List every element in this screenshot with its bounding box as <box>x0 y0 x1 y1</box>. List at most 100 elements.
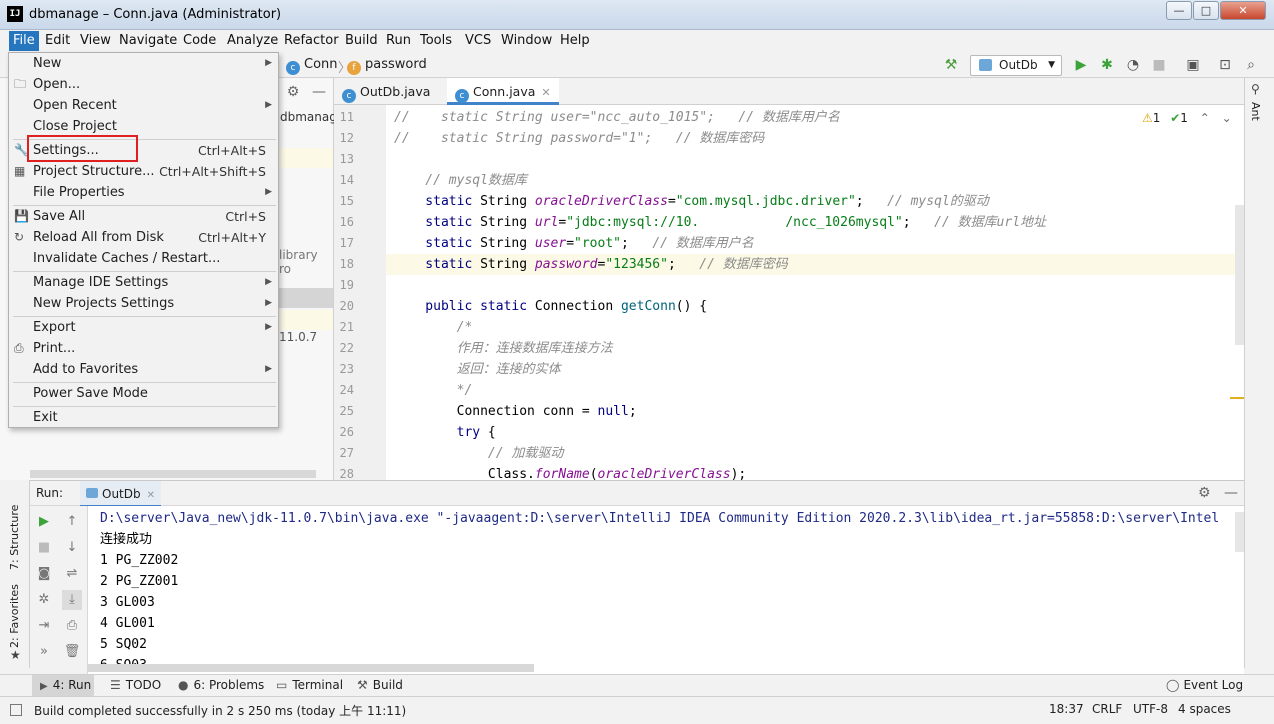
up-arrow-icon[interactable]: ↑ <box>62 512 82 532</box>
coverage-icon[interactable]: ◔ <box>1124 57 1142 73</box>
indent-setting[interactable]: 4 spaces <box>1178 702 1231 716</box>
tool-terminal[interactable]: ▭ Terminal <box>276 678 343 692</box>
horizontal-scrollbar[interactable] <box>30 470 316 478</box>
favorites-tool-label[interactable]: 2: Favorites <box>8 584 21 648</box>
menu-vcs[interactable]: VCS <box>465 33 491 48</box>
ant-icon[interactable]: ⚲ <box>1251 82 1260 96</box>
run-tab-outdb[interactable]: OutDb ✕ <box>80 481 162 507</box>
menu-file[interactable]: File <box>9 31 39 51</box>
print-icon[interactable]: ⎙ <box>62 616 82 636</box>
menu-item-add-to-favorites[interactable]: Add to Favorites ▶ <box>9 359 278 380</box>
menu-tools[interactable]: Tools <box>420 33 452 48</box>
stop-icon[interactable]: ■ <box>1150 57 1168 73</box>
status-message[interactable]: Build completed successfully in 2 s 250 … <box>34 702 406 719</box>
code-token: // static String password="1"; // 数据库密码 <box>394 131 765 146</box>
library-root-label[interactable]: library ro <box>279 248 333 276</box>
menu-item-print[interactable]: ⎙ Print... <box>9 338 278 359</box>
ant-tool-label[interactable]: Ant <box>1249 102 1262 121</box>
menu-refactor[interactable]: Refactor <box>284 33 339 48</box>
panel-toggle-icon[interactable] <box>10 704 22 716</box>
debug-icon[interactable]: ✱ <box>1098 57 1116 73</box>
hide-panel-icon[interactable]: — <box>310 84 328 100</box>
inspection-summary[interactable]: ⚠1 ✔1 ⌃ ⌄ <box>1142 111 1232 125</box>
project-module-label[interactable]: dbmanag <box>280 110 337 124</box>
menu-item-file-properties[interactable]: File Properties ▶ <box>9 182 278 203</box>
tab-outdb-java[interactable]: c OutDb.java <box>334 78 438 105</box>
menu-help[interactable]: Help <box>560 33 590 48</box>
caret-position[interactable]: 18:37 <box>1049 702 1084 716</box>
event-log[interactable]: ◯ Event Log <box>1166 678 1243 692</box>
menu-window[interactable]: Window <box>501 33 552 48</box>
settings-highlight-box <box>27 135 138 162</box>
menu-shortcut: Ctrl+Alt+Shift+S <box>159 164 266 179</box>
soft-wrap-icon[interactable]: ⇌ <box>62 564 82 584</box>
star-icon[interactable]: ★ <box>10 648 21 662</box>
line-number: 20 <box>339 299 354 313</box>
breadcrumb-field[interactable]: f password <box>347 57 427 75</box>
terminal-toggle-icon[interactable]: ⊡ <box>1216 57 1234 73</box>
close-button[interactable]: ✕ <box>1220 1 1266 20</box>
run-configuration-select[interactable]: OutDb ▼ <box>970 55 1062 76</box>
code-token: String <box>480 257 535 272</box>
vertical-scrollbar[interactable] <box>1235 205 1244 345</box>
menu-item-save-all[interactable]: 💾 Save All Ctrl+S <box>9 206 278 227</box>
menu-code[interactable]: Code <box>183 33 216 48</box>
maximize-button[interactable]: □ <box>1193 1 1219 20</box>
close-tab-icon[interactable]: ✕ <box>147 490 155 501</box>
gear-icon[interactable]: ⚙ <box>284 84 302 100</box>
camera-icon[interactable]: ◙ <box>34 564 54 584</box>
menu-item-power-save-mode[interactable]: Power Save Mode <box>9 383 278 404</box>
tool-todo[interactable]: ☰ TODO <box>110 678 161 692</box>
settings-icon[interactable]: ✲ <box>34 590 54 610</box>
trash-icon[interactable]: 🗑 <box>62 642 82 662</box>
rerun-icon[interactable]: ▶ <box>34 512 54 532</box>
menu-item-project-structure[interactable]: ▦ Project Structure... Ctrl+Alt+Shift+S <box>9 161 278 182</box>
gear-icon[interactable]: ⚙ <box>1198 485 1211 501</box>
right-tool-strip: ⚲ Ant <box>1244 78 1274 668</box>
close-tab-icon[interactable]: ✕ <box>541 86 550 99</box>
menu-item-reload[interactable]: ↻ Reload All from Disk Ctrl+Alt+Y <box>9 227 278 248</box>
menu-item-exit[interactable]: Exit <box>9 407 278 428</box>
menu-view[interactable]: View <box>80 33 111 48</box>
structure-tool-label[interactable]: 7: Structure <box>8 486 21 570</box>
menu-run[interactable]: Run <box>386 33 411 48</box>
tool-run[interactable]: ▶ 4: Run <box>40 678 91 692</box>
stop-icon[interactable]: ■ <box>34 538 54 558</box>
menu-item-new-projects-settings[interactable]: New Projects Settings ▶ <box>9 293 278 314</box>
menu-item-open[interactable]: 🗀 Open... <box>9 74 278 95</box>
tab-conn-java[interactable]: c Conn.java ✕ <box>447 78 559 105</box>
menu-navigate[interactable]: Navigate <box>119 33 177 48</box>
chevron-down-icon[interactable]: ⌄ <box>1222 111 1232 125</box>
build-hammer-icon[interactable]: ⚒ <box>942 57 960 73</box>
exit-icon[interactable]: ⇥ <box>34 616 54 636</box>
file-encoding[interactable]: UTF-8 <box>1133 702 1168 716</box>
tool-problems[interactable]: ● 6: Problems <box>178 678 264 692</box>
menu-item-open-recent[interactable]: Open Recent ▶ <box>9 95 278 116</box>
menu-item-close-project[interactable]: Close Project <box>9 116 278 137</box>
tool-build[interactable]: ⚒ Build <box>357 678 403 692</box>
console-vertical-scrollbar[interactable] <box>1235 512 1244 552</box>
jdk-version-label[interactable]: 11.0.7 <box>279 330 317 344</box>
project-structure-icon[interactable]: ▣ <box>1184 57 1202 73</box>
menu-analyze[interactable]: Analyze <box>227 33 278 48</box>
hide-panel-icon[interactable]: — <box>1224 485 1238 501</box>
code-editor[interactable]: Class.forName(oracleDriverClass); // 加载驱… <box>386 105 1244 480</box>
console-output[interactable]: D:\server\Java_new\jdk-11.0.7\bin\java.e… <box>88 506 1244 674</box>
menu-item-invalidate-caches[interactable]: Invalidate Caches / Restart... <box>9 248 278 269</box>
console-horizontal-scrollbar[interactable] <box>88 664 534 672</box>
breadcrumb-class[interactable]: c Conn <box>286 57 338 75</box>
menu-build[interactable]: Build <box>345 33 378 48</box>
line-separator[interactable]: CRLF <box>1092 702 1122 716</box>
menu-item-new[interactable]: New ▶ <box>9 53 278 74</box>
menu-edit[interactable]: Edit <box>45 33 70 48</box>
chevron-up-icon[interactable]: ⌃ <box>1200 111 1210 125</box>
run-icon[interactable]: ▶ <box>1072 57 1090 73</box>
more-icon[interactable]: » <box>34 642 54 662</box>
menu-item-export[interactable]: Export ▶ <box>9 317 278 338</box>
search-icon[interactable]: ⌕ <box>1242 57 1260 73</box>
menu-item-manage-ide-settings[interactable]: Manage IDE Settings ▶ <box>9 272 278 293</box>
down-arrow-icon[interactable]: ↓ <box>62 538 82 558</box>
line-number: 23 <box>339 362 354 376</box>
minimize-button[interactable]: — <box>1166 1 1192 20</box>
scroll-to-end-icon[interactable]: ⤓ <box>62 590 82 610</box>
